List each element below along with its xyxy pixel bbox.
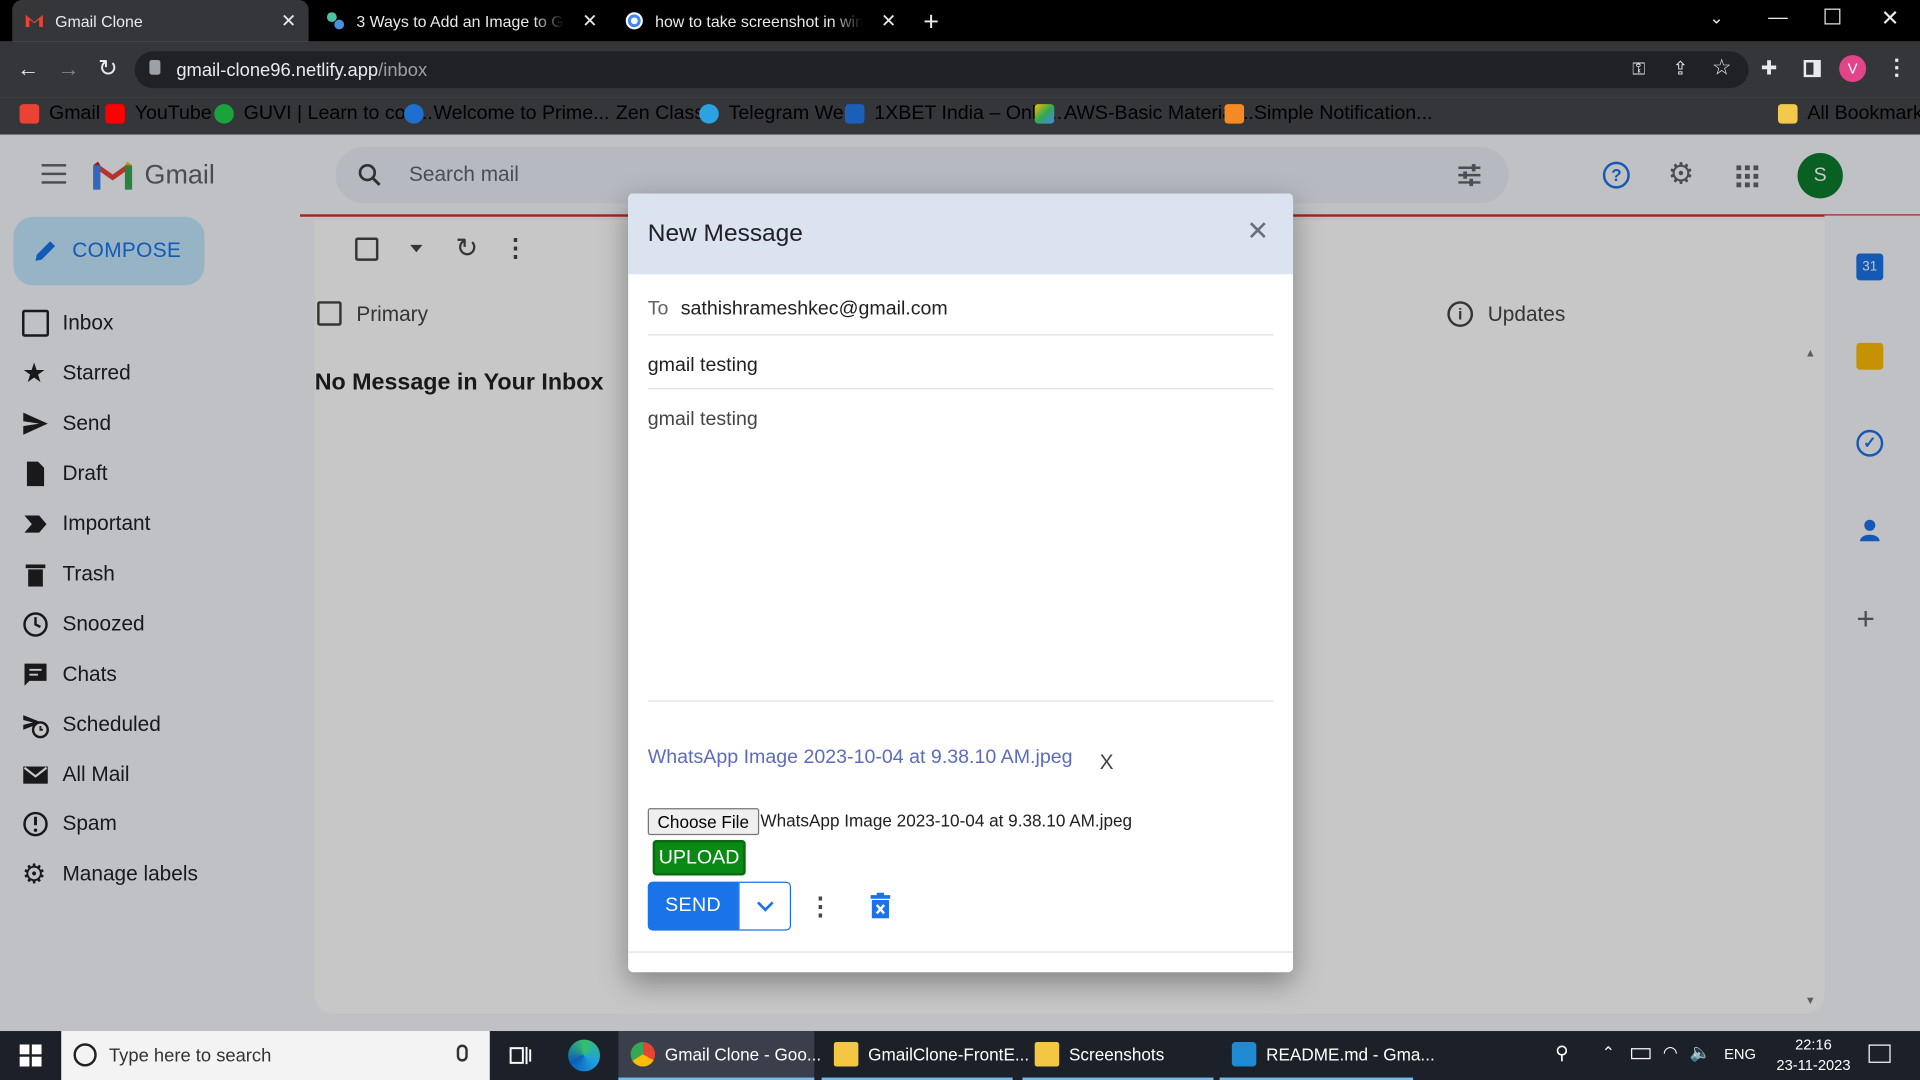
chevron-down-icon xyxy=(756,900,773,912)
attachment-link[interactable]: WhatsApp Image 2023-10-04 at 9.38.10 AM.… xyxy=(648,747,1073,769)
to-field[interactable]: To sathishrameshkec@gmail.com xyxy=(647,298,1274,336)
language-indicator[interactable]: ENG xyxy=(1724,1046,1756,1063)
bookmark-prime[interactable]: Welcome to Prime... xyxy=(404,103,609,125)
1xbet-icon xyxy=(844,104,865,124)
taskbar-app-vscode[interactable]: README.md - Gma... xyxy=(1219,1031,1435,1080)
chevron-up-icon[interactable]: ⌃ xyxy=(1602,1043,1615,1063)
browser-menu-icon[interactable]: ⋮ xyxy=(1886,55,1908,81)
taskbar-app-explorer-1[interactable]: GmailClone-FrontE... xyxy=(821,1031,1029,1080)
task-view-icon[interactable] xyxy=(509,1044,532,1066)
choose-file-button[interactable]: Choose File xyxy=(647,808,759,836)
lock-icon xyxy=(149,60,161,75)
bookmark-star-icon[interactable]: ☆ xyxy=(1712,55,1732,81)
address-bar[interactable]: gmail-clone96.netlify.app/inbox xyxy=(134,51,1749,89)
subject-field[interactable]: gmail testing xyxy=(647,355,1274,390)
profile-avatar[interactable]: V xyxy=(1839,55,1867,83)
compose-dialog: New Message ✕ To sathishrameshkec@gmail.c… xyxy=(628,193,1294,973)
compose-header: New Message ✕ xyxy=(628,193,1294,275)
gmail-icon xyxy=(19,104,40,124)
send-button[interactable]: SEND xyxy=(647,881,739,931)
taskbar-app-chrome[interactable]: Gmail Clone - Goo... xyxy=(618,1031,821,1080)
more-options-icon[interactable]: ⋮ xyxy=(808,891,832,922)
remove-attachment-button[interactable]: X xyxy=(1100,751,1114,775)
taskbar-app-explorer-2[interactable]: Screenshots xyxy=(1022,1031,1214,1080)
vscode-icon xyxy=(1231,1042,1257,1067)
compose-title: New Message xyxy=(647,219,803,247)
to-value: sathishrameshkec@gmail.com xyxy=(680,298,948,320)
key-icon[interactable]: ⚿ xyxy=(1632,59,1645,80)
restore-window-icon[interactable] xyxy=(1824,8,1841,25)
close-tab-icon[interactable]: ✕ xyxy=(281,10,296,32)
clock-time: 22:16 xyxy=(1795,1035,1832,1054)
search-icon xyxy=(73,1043,97,1067)
gmail-favicon-icon xyxy=(25,14,43,27)
windows-start-icon[interactable] xyxy=(19,1044,42,1067)
extensions-icon[interactable]: ✚ xyxy=(1761,56,1777,80)
tab-screenshot-search[interactable]: how to take screenshot in windows ✕ xyxy=(612,0,908,42)
bookmark-aws[interactable]: AWS-Basic Material... xyxy=(1034,103,1254,125)
clock-date: 23-11-2023 xyxy=(1776,1056,1851,1074)
all-bookmarks[interactable]: All Bookmarks xyxy=(1777,103,1920,125)
microphone-icon[interactable] xyxy=(456,1044,468,1062)
bookmark-gmail[interactable]: Gmail xyxy=(19,103,101,125)
bookmark-simple-notification[interactable]: Simple Notification... xyxy=(1224,103,1432,125)
side-panel-icon[interactable] xyxy=(1803,60,1821,78)
volume-icon[interactable]: 🔈 xyxy=(1690,1042,1711,1063)
edge-browser-icon[interactable] xyxy=(568,1039,600,1072)
send-options-dropdown[interactable] xyxy=(738,881,792,931)
url-path: /inbox xyxy=(378,59,428,81)
body-textarea[interactable]: gmail testing xyxy=(647,409,1274,702)
folder-icon xyxy=(1034,1042,1060,1067)
taskbar-search-input[interactable]: Type here to search xyxy=(61,1031,490,1080)
people-icon[interactable]: ⚲ xyxy=(1555,1042,1568,1064)
close-window-icon[interactable]: ✕ xyxy=(1881,6,1899,32)
bookmark-guvi[interactable]: GUVI | Learn to cod... xyxy=(214,103,433,125)
wifi-icon[interactable]: ◠ xyxy=(1663,1042,1678,1063)
system-clock[interactable]: 22:16 23-11-2023 xyxy=(1771,1035,1857,1077)
url-host: gmail-clone96.netlify.app xyxy=(176,59,379,81)
tab-gmail-clone[interactable]: Gmail Clone ✕ xyxy=(12,0,309,42)
share-icon[interactable]: ⇪ xyxy=(1673,58,1688,80)
close-icon[interactable]: ✕ xyxy=(1247,216,1270,248)
close-tab-icon[interactable]: ✕ xyxy=(881,10,896,32)
to-label: To xyxy=(647,298,669,320)
delete-draft-icon[interactable] xyxy=(869,892,891,919)
reload-icon[interactable]: ↻ xyxy=(98,55,117,83)
google-drive-icon xyxy=(1034,104,1055,124)
guvi-icon xyxy=(214,104,234,124)
tab-favicon-icon xyxy=(326,12,345,30)
close-tab-icon[interactable]: ✕ xyxy=(582,10,597,32)
minimize-window-icon[interactable]: — xyxy=(1768,7,1788,29)
back-arrow-icon[interactable]: ← xyxy=(17,56,39,82)
footer-divider xyxy=(628,951,1294,953)
notifications-icon[interactable] xyxy=(1868,1044,1891,1063)
google-favicon-icon xyxy=(625,12,643,30)
forward-arrow-icon[interactable]: → xyxy=(58,56,80,82)
folder-icon xyxy=(1777,104,1798,124)
battery-icon[interactable] xyxy=(1631,1048,1651,1060)
aws-sns-icon xyxy=(1224,104,1245,124)
chosen-file-name: WhatsApp Image 2023-10-04 at 9.38.10 AM.… xyxy=(760,810,1133,831)
bookmark-telegram[interactable]: Telegram Web xyxy=(699,103,855,125)
chrome-icon xyxy=(630,1042,656,1067)
bookmark-youtube[interactable]: YouTube xyxy=(105,103,212,125)
upload-button[interactable]: UPLOAD xyxy=(652,840,746,876)
youtube-icon xyxy=(105,104,125,124)
telegram-icon xyxy=(699,104,719,124)
tab-search-chevron-icon[interactable]: ⌄ xyxy=(1709,7,1723,28)
new-tab-icon[interactable]: + xyxy=(923,6,939,38)
folder-icon xyxy=(833,1042,859,1067)
bookmark-zen-class[interactable]: Zen Class xyxy=(616,103,704,125)
prime-icon xyxy=(404,104,424,124)
tab-github-image[interactable]: 3 Ways to Add an Image to GitHub ✕ xyxy=(313,0,609,42)
